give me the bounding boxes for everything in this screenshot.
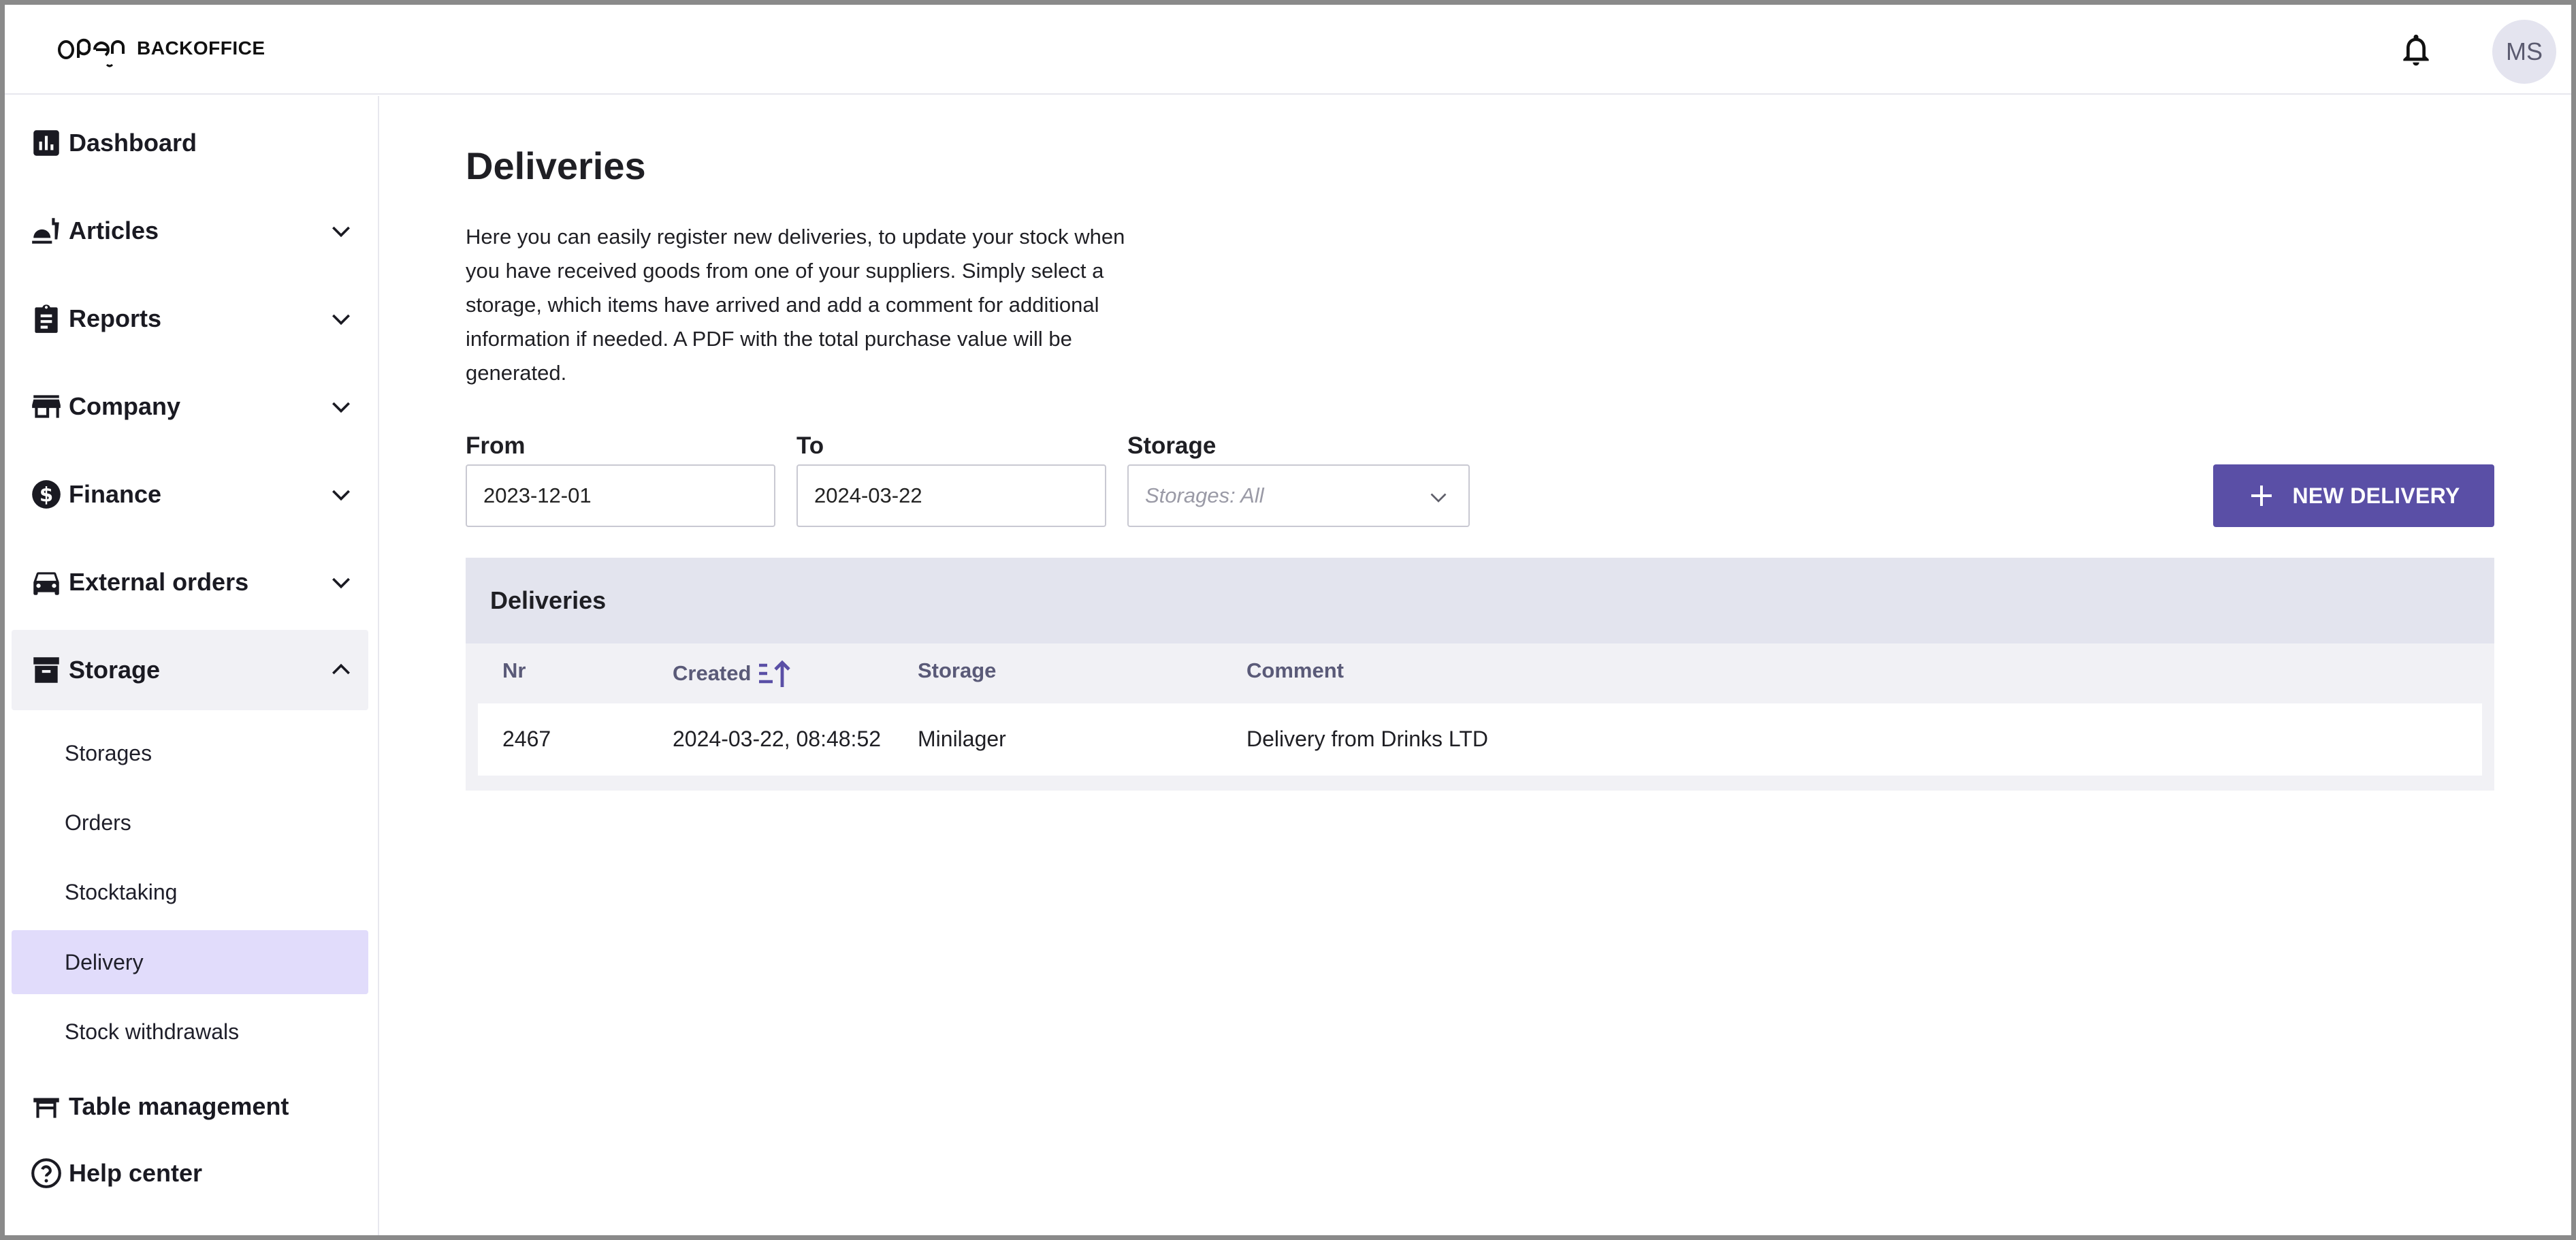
sidebar-item-label: Help center bbox=[69, 1159, 203, 1187]
column-header-nr[interactable]: Nr bbox=[502, 658, 526, 683]
sidebar: Dashboard Articles Reports Company $ Fin… bbox=[5, 96, 379, 1235]
sidebar-subitem-storages[interactable]: Storages bbox=[12, 721, 368, 785]
sidebar-item-external-orders[interactable]: External orders bbox=[12, 542, 368, 622]
logo[interactable]: BACKOFFICE bbox=[52, 31, 265, 69]
cell-created: 2024-03-22, 08:48:52 bbox=[673, 727, 882, 751]
sidebar-item-company[interactable]: Company bbox=[12, 366, 368, 447]
sidebar-subitem-orders[interactable]: Orders bbox=[12, 791, 368, 855]
sidebar-item-label: Articles bbox=[69, 217, 159, 244]
sidebar-subitem-delivery[interactable]: Delivery bbox=[12, 930, 368, 994]
chevron-down-icon bbox=[332, 577, 350, 589]
sidebar-item-articles[interactable]: Articles bbox=[12, 191, 368, 271]
sidebar-subitem-label: Delivery bbox=[65, 949, 144, 974]
page-title: Deliveries bbox=[466, 144, 646, 187]
to-date-input[interactable]: 2024-03-22 bbox=[796, 464, 1106, 527]
from-date-value: 2023-12-01 bbox=[483, 483, 592, 507]
chevron-down-icon bbox=[332, 226, 350, 238]
table-title: Deliveries bbox=[490, 586, 607, 614]
chevron-down-icon bbox=[332, 314, 350, 325]
column-header-created[interactable]: Created bbox=[673, 658, 792, 688]
open-logo-icon bbox=[58, 38, 125, 67]
store-icon bbox=[32, 395, 61, 418]
archive-icon bbox=[33, 657, 59, 683]
from-label: From bbox=[466, 432, 526, 459]
help-icon bbox=[31, 1158, 61, 1188]
chevron-down-icon bbox=[332, 402, 350, 413]
chevron-down-icon bbox=[332, 490, 350, 501]
sidebar-item-label: Table management bbox=[69, 1092, 289, 1120]
bell-icon[interactable] bbox=[2397, 31, 2435, 69]
chevron-down-icon bbox=[1430, 493, 1447, 503]
new-delivery-button[interactable]: NEW DELIVERY bbox=[2213, 464, 2494, 527]
table-header-bar: Deliveries bbox=[466, 558, 2494, 643]
svg-text:$: $ bbox=[39, 483, 53, 506]
plus-icon bbox=[2251, 486, 2272, 506]
sidebar-subitem-label: Storages bbox=[65, 740, 152, 765]
sidebar-item-finance[interactable]: $ Finance bbox=[12, 454, 368, 535]
column-header-created-label: Created bbox=[673, 661, 752, 685]
column-header-storage[interactable]: Storage bbox=[918, 658, 996, 683]
storage-select-placeholder: Storages: All bbox=[1145, 483, 1264, 507]
sidebar-subitem-stock-withdrawals[interactable]: Stock withdrawals bbox=[12, 1000, 368, 1064]
to-date-value: 2024-03-22 bbox=[814, 483, 922, 507]
to-label: To bbox=[796, 432, 824, 459]
sidebar-item-label: Finance bbox=[69, 480, 162, 508]
avatar[interactable]: MS bbox=[2492, 20, 2556, 84]
page-description: Here you can easily register new deliver… bbox=[466, 225, 1125, 385]
new-delivery-label: NEW DELIVERY bbox=[2292, 483, 2460, 508]
storage-label: Storage bbox=[1127, 432, 1217, 459]
deliveries-table: Deliveries Nr Created Storage Comment 24… bbox=[466, 558, 2494, 791]
dollar-icon: $ bbox=[32, 480, 61, 509]
cell-storage: Minilager bbox=[918, 727, 1006, 751]
bar-chart-icon bbox=[33, 130, 59, 156]
storage-select[interactable]: Storages: All bbox=[1127, 464, 1470, 527]
sidebar-item-storage[interactable]: Storage bbox=[12, 630, 368, 710]
food-icon bbox=[32, 218, 59, 244]
table-icon bbox=[33, 1098, 59, 1118]
from-date-input[interactable]: 2023-12-01 bbox=[466, 464, 775, 527]
cell-comment: Delivery from Drinks LTD bbox=[1246, 727, 1488, 751]
car-icon bbox=[33, 572, 59, 595]
sidebar-item-label: Storage bbox=[69, 656, 161, 684]
sidebar-item-dashboard[interactable]: Dashboard bbox=[12, 103, 368, 183]
clipboard-icon bbox=[35, 304, 58, 333]
sidebar-item-label: Company bbox=[69, 392, 181, 420]
main-content: Deliveries Here you can easily register … bbox=[466, 96, 2571, 1235]
sort-ascending-icon[interactable] bbox=[756, 658, 792, 688]
chevron-up-icon bbox=[332, 663, 350, 675]
column-header-comment[interactable]: Comment bbox=[1246, 658, 1344, 683]
logo-text: BACKOFFICE bbox=[137, 37, 265, 59]
sidebar-subitem-stocktaking[interactable]: Stocktaking bbox=[12, 860, 368, 924]
top-header: BACKOFFICE MS bbox=[5, 5, 2571, 95]
cell-nr: 2467 bbox=[502, 727, 551, 751]
sidebar-item-label: Dashboard bbox=[69, 129, 197, 157]
sidebar-subitem-label: Stock withdrawals bbox=[65, 1019, 240, 1044]
sidebar-subitem-label: Stocktaking bbox=[65, 879, 178, 904]
table-row[interactable]: 2467 2024-03-22, 08:48:52 Minilager Deli… bbox=[478, 703, 2482, 776]
sidebar-subitem-label: Orders bbox=[65, 810, 131, 835]
sidebar-item-label: External orders bbox=[69, 568, 249, 596]
sidebar-item-help-center[interactable]: Help center bbox=[12, 1133, 368, 1213]
sidebar-item-label: Reports bbox=[69, 304, 162, 332]
sidebar-item-reports[interactable]: Reports bbox=[12, 279, 368, 359]
